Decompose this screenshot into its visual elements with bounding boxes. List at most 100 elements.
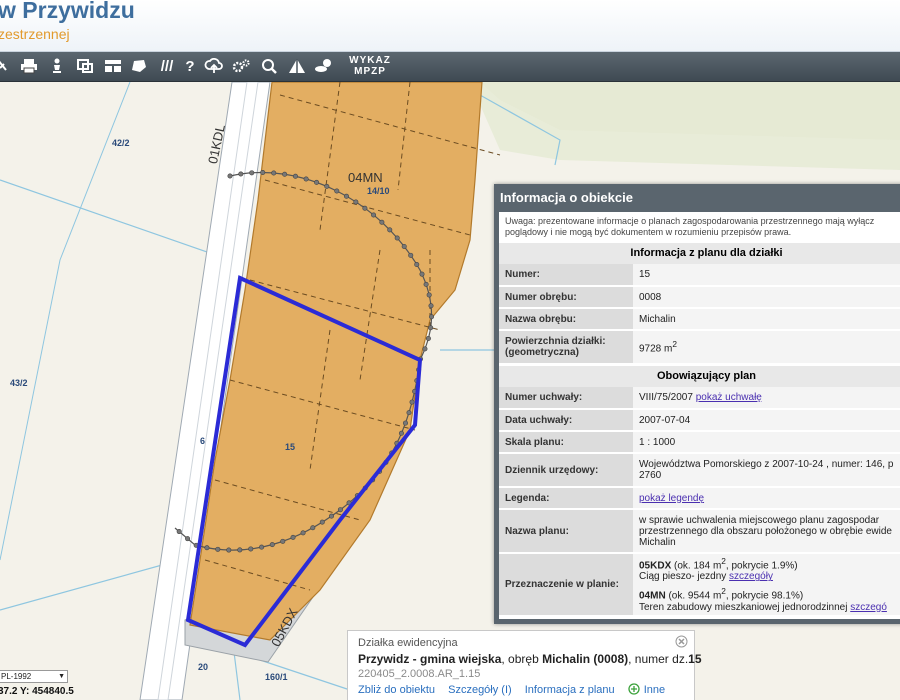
projection-select[interactable]: PL-1992 ▼	[0, 670, 68, 683]
info-disclaimer: Uwaga: prezentowane informacje o planach…	[499, 212, 900, 242]
row-skala: Skala planu: 1 : 1000	[499, 431, 900, 454]
nazwa-obrebu-label: Nazwa obrębu:	[499, 308, 633, 331]
label-plot-43-2: 43/2	[10, 378, 28, 388]
boundary-marker	[328, 513, 334, 519]
more-link[interactable]: Inne	[628, 683, 675, 696]
terrain-icon[interactable]	[286, 56, 308, 78]
close-icon[interactable]	[675, 635, 688, 648]
parcel-popup: Działka ewidencyjna Przywidz - gmina wie…	[347, 630, 702, 700]
show-resolution-link[interactable]: pokaż uchwałę	[696, 392, 762, 403]
row-nazwa-planu: Nazwa planu: w sprawie uchwalenia miejsc…	[499, 509, 900, 554]
settings-gears-icon[interactable]	[230, 56, 252, 78]
mpzp-label: MPZP	[354, 66, 386, 77]
boundary-marker	[419, 271, 425, 277]
boundary-marker	[428, 303, 434, 309]
details-link[interactable]: Szczegóły (I)	[448, 684, 512, 696]
skala-value: 1 : 1000	[633, 431, 900, 454]
plan-info-link[interactable]: Informacja z planu	[525, 684, 615, 696]
zoom-to-object-link[interactable]: Zbliż do obiektu	[358, 684, 435, 696]
section-plot-info: Informacja z planu dla działki	[499, 242, 900, 264]
header: w Przywidzu zestrzennej	[0, 0, 900, 52]
section-plan-info: Obowiązujący plan	[499, 365, 900, 387]
boundary-marker	[414, 262, 420, 268]
popup-numer-value: 15	[688, 652, 702, 666]
data-uchwaly-value: 2007-07-04	[633, 409, 900, 432]
person-marker-icon[interactable]	[46, 56, 68, 78]
boundary-marker	[237, 547, 243, 553]
toolbar: /// ? WYKAZ MPZP	[0, 52, 900, 82]
location-pin-icon[interactable]	[312, 56, 336, 78]
info-disclaimer-line1: Uwaga: prezentowane informacje o planach…	[505, 216, 875, 226]
przeznaczenie-value: 05KDX (ok. 184 m2, pokrycie 1.9%) Ciąg p…	[633, 553, 900, 617]
zone-1-area: (ok. 184 m	[671, 560, 722, 572]
nazwa-planu-line2: przestrzennego dla obszaru położonego w …	[639, 525, 892, 537]
label-zone-04mn: 04MN	[348, 170, 383, 185]
powierzchnia-label-line1: Powierzchnia działki:	[505, 336, 606, 347]
boundary-marker	[290, 534, 296, 540]
cloud-upload-icon[interactable]	[202, 56, 226, 78]
boundary-marker	[422, 346, 428, 352]
app-root: w Przywidzu zestrzennej /// ? WYKAZ MPZP…	[0, 0, 900, 700]
area-shape-icon[interactable]	[128, 56, 150, 78]
boundary-marker	[271, 170, 277, 176]
boundary-marker	[423, 281, 429, 287]
zone-2-summary: 04MN (ok. 9544 m2, pokrycie 98.1%)	[639, 586, 900, 601]
boundary-marker	[292, 173, 298, 179]
boundary-marker	[204, 545, 210, 551]
numer-value: 15	[633, 264, 900, 287]
row-przeznaczenie: Przeznaczenie w planie: 05KDX (ok. 184 m…	[499, 553, 900, 617]
boundary-marker	[425, 335, 431, 341]
popup-obreb-text: , obręb	[501, 652, 543, 666]
powierzchnia-unit-sup: 2	[672, 339, 677, 350]
hatch-icon[interactable]: ///	[156, 56, 178, 78]
popup-identifier: 220405_2.0008.AR_1.15	[358, 668, 481, 680]
legenda-value: pokaż legendę	[633, 487, 900, 510]
plot-info-table: Numer: 15 Numer obrębu: 0008 Nazwa obręb…	[499, 264, 900, 365]
boundary-marker	[259, 544, 265, 550]
show-legend-link[interactable]: pokaż legendę	[639, 493, 704, 504]
boundary-marker	[406, 410, 412, 416]
label-plot-14-10: 14/10	[367, 186, 390, 196]
legenda-label: Legenda:	[499, 487, 633, 510]
boundary-marker	[371, 212, 377, 218]
wykaz-mpzp-button[interactable]: WYKAZ MPZP	[344, 55, 396, 77]
boundary-marker	[402, 420, 408, 426]
boundary-marker	[398, 430, 404, 436]
numer-obrebu-label: Numer obrębu:	[499, 286, 633, 309]
boundary-marker	[215, 546, 221, 552]
zoom-extent-icon[interactable]	[74, 56, 96, 78]
nazwa-planu-value: w sprawie uchwalenia miejscowego planu z…	[633, 509, 900, 554]
powierzchnia-number: 9728 m	[639, 343, 673, 355]
print-icon[interactable]	[18, 56, 40, 78]
zone-1-code: 05KDX	[639, 560, 672, 572]
przeznaczenie-label: Przeznaczenie w planie:	[499, 553, 633, 617]
info-panel-title[interactable]: Informacja o obiekcie	[499, 189, 900, 212]
boundary-marker	[303, 176, 309, 182]
numer-label: Numer:	[499, 264, 633, 287]
popup-numer-text: , numer dz.	[628, 652, 689, 666]
boundary-marker	[314, 179, 320, 185]
zone-1-coverage: , pokrycie 1.9%)	[725, 560, 798, 572]
boundary-marker	[319, 519, 325, 525]
boundary-marker	[282, 171, 288, 177]
site-subtitle: zestrzennej	[0, 26, 70, 42]
zone-2-details-link[interactable]: szczegó	[850, 602, 887, 613]
label-plot-42-2: 42/2	[112, 138, 130, 148]
boundary-marker	[429, 314, 435, 320]
zone-2-description: Teren zabudowy mieszkaniowej jednorodzin…	[639, 602, 900, 613]
boundary-marker	[387, 227, 393, 233]
boundary-marker	[334, 188, 340, 194]
boundary-marker	[300, 530, 306, 536]
help-icon[interactable]: ?	[180, 56, 200, 78]
zone-1-details-link[interactable]: szczegóły	[729, 571, 773, 582]
measure-tool-icon[interactable]	[0, 56, 12, 78]
site-title[interactable]: w Przywidzu	[0, 0, 135, 24]
data-uchwaly-label: Data uchwały:	[499, 409, 633, 432]
popup-municipality: Przywidz - gmina wiejska	[358, 652, 502, 666]
numer-uchwaly-text: VIII/75/2007	[639, 392, 693, 403]
zoom-search-icon[interactable]	[258, 56, 280, 78]
layout-icon[interactable]	[102, 56, 124, 78]
label-plot-6: 6	[200, 436, 206, 446]
zone-1-summary: 05KDX (ok. 184 m2, pokrycie 1.9%)	[639, 556, 900, 571]
dziennik-label: Dziennik urzędowy:	[499, 453, 633, 488]
